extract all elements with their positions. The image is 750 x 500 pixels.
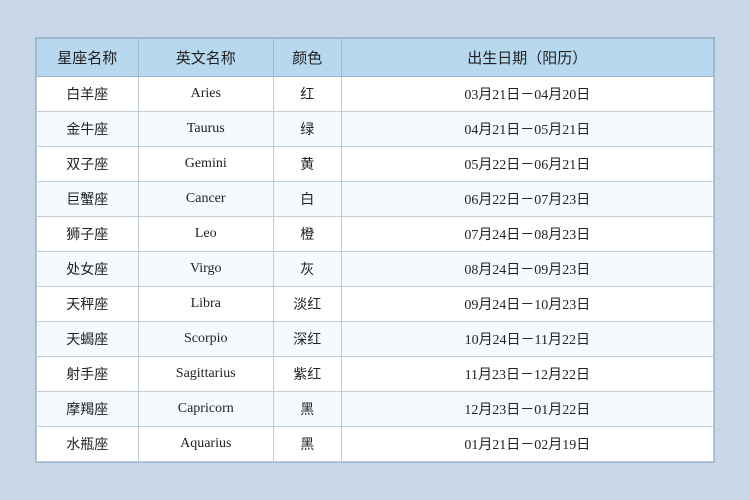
cell-chinese: 巨蟹座 <box>37 182 139 217</box>
cell-color: 橙 <box>273 217 341 252</box>
cell-color: 灰 <box>273 252 341 287</box>
header-english: 英文名称 <box>138 39 273 77</box>
table-row: 双子座Gemini黄05月22日－06月21日 <box>37 147 714 182</box>
zodiac-table-container: 星座名称 英文名称 颜色 出生日期（阳历） 白羊座Aries红03月21日－04… <box>35 37 715 463</box>
cell-chinese: 双子座 <box>37 147 139 182</box>
cell-english: Aries <box>138 77 273 112</box>
cell-english: Virgo <box>138 252 273 287</box>
cell-chinese: 狮子座 <box>37 217 139 252</box>
cell-color: 白 <box>273 182 341 217</box>
cell-english: Libra <box>138 287 273 322</box>
cell-color: 绿 <box>273 112 341 147</box>
cell-chinese: 摩羯座 <box>37 392 139 427</box>
cell-english: Capricorn <box>138 392 273 427</box>
cell-chinese: 天蝎座 <box>37 322 139 357</box>
cell-date: 08月24日－09月23日 <box>341 252 713 287</box>
cell-english: Gemini <box>138 147 273 182</box>
cell-date: 11月23日－12月22日 <box>341 357 713 392</box>
header-chinese: 星座名称 <box>37 39 139 77</box>
table-row: 射手座Sagittarius紫红11月23日－12月22日 <box>37 357 714 392</box>
table-row: 巨蟹座Cancer白06月22日－07月23日 <box>37 182 714 217</box>
table-row: 水瓶座Aquarius黑01月21日－02月19日 <box>37 427 714 462</box>
cell-date: 04月21日－05月21日 <box>341 112 713 147</box>
cell-color: 深红 <box>273 322 341 357</box>
cell-color: 紫红 <box>273 357 341 392</box>
cell-chinese: 天秤座 <box>37 287 139 322</box>
cell-date: 01月21日－02月19日 <box>341 427 713 462</box>
table-row: 金牛座Taurus绿04月21日－05月21日 <box>37 112 714 147</box>
zodiac-table: 星座名称 英文名称 颜色 出生日期（阳历） 白羊座Aries红03月21日－04… <box>36 38 714 462</box>
header-color: 颜色 <box>273 39 341 77</box>
table-row: 摩羯座Capricorn黑12月23日－01月22日 <box>37 392 714 427</box>
header-date: 出生日期（阳历） <box>341 39 713 77</box>
cell-chinese: 金牛座 <box>37 112 139 147</box>
cell-date: 12月23日－01月22日 <box>341 392 713 427</box>
cell-date: 03月21日－04月20日 <box>341 77 713 112</box>
cell-date: 10月24日－11月22日 <box>341 322 713 357</box>
cell-chinese: 水瓶座 <box>37 427 139 462</box>
cell-english: Cancer <box>138 182 273 217</box>
cell-color: 红 <box>273 77 341 112</box>
cell-english: Scorpio <box>138 322 273 357</box>
cell-english: Aquarius <box>138 427 273 462</box>
cell-date: 06月22日－07月23日 <box>341 182 713 217</box>
cell-date: 09月24日－10月23日 <box>341 287 713 322</box>
cell-color: 黑 <box>273 392 341 427</box>
table-row: 天秤座Libra淡红09月24日－10月23日 <box>37 287 714 322</box>
cell-color: 黄 <box>273 147 341 182</box>
cell-chinese: 白羊座 <box>37 77 139 112</box>
cell-color: 淡红 <box>273 287 341 322</box>
cell-chinese: 处女座 <box>37 252 139 287</box>
table-row: 处女座Virgo灰08月24日－09月23日 <box>37 252 714 287</box>
cell-english: Leo <box>138 217 273 252</box>
table-row: 狮子座Leo橙07月24日－08月23日 <box>37 217 714 252</box>
table-row: 白羊座Aries红03月21日－04月20日 <box>37 77 714 112</box>
cell-english: Sagittarius <box>138 357 273 392</box>
cell-date: 07月24日－08月23日 <box>341 217 713 252</box>
cell-english: Taurus <box>138 112 273 147</box>
cell-color: 黑 <box>273 427 341 462</box>
cell-date: 05月22日－06月21日 <box>341 147 713 182</box>
table-row: 天蝎座Scorpio深红10月24日－11月22日 <box>37 322 714 357</box>
table-header-row: 星座名称 英文名称 颜色 出生日期（阳历） <box>37 39 714 77</box>
cell-chinese: 射手座 <box>37 357 139 392</box>
